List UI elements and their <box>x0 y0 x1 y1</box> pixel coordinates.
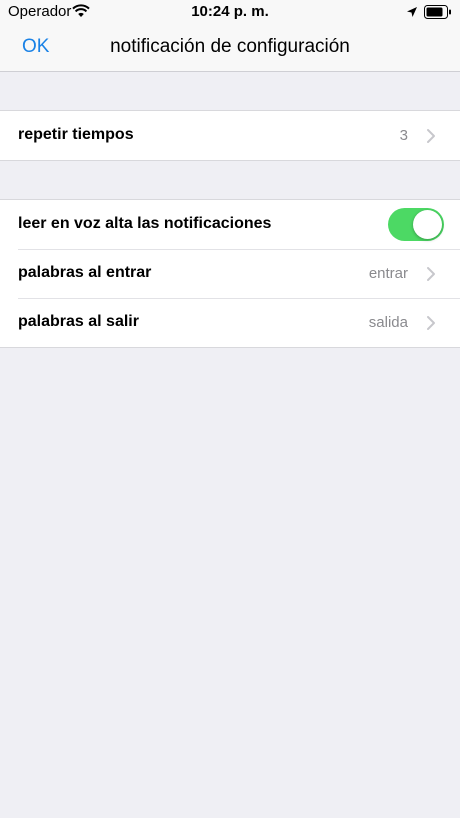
status-time: 10:24 p. m. <box>191 3 269 20</box>
settings-group-speech: leer en voz alta las notificaciones pala… <box>0 199 460 348</box>
settings-group-repeat: repetir tiempos 3 <box>0 110 460 161</box>
chevron-right-icon <box>427 129 435 143</box>
chevron-right-icon <box>427 316 435 330</box>
row-read-aloud: leer en voz alta las notificaciones <box>0 200 460 249</box>
row-words-exit[interactable]: palabras al salir salida <box>0 298 460 347</box>
location-arrow-icon <box>406 5 418 23</box>
status-bar: Operador 10:24 p. m. <box>0 0 460 24</box>
row-label: repetir tiempos <box>18 126 134 143</box>
row-value: entrar <box>368 265 408 282</box>
row-label: palabras al entrar <box>18 264 152 281</box>
row-words-enter[interactable]: palabras al entrar entrar <box>0 249 460 298</box>
row-repeat-times[interactable]: repetir tiempos 3 <box>0 111 460 160</box>
chevron-right-icon <box>427 267 435 281</box>
read-aloud-toggle[interactable] <box>388 208 444 241</box>
navigation-bar: OK notificación de configuración <box>0 24 460 72</box>
row-value: salida <box>368 314 408 331</box>
battery-icon <box>424 5 452 24</box>
row-value: 3 <box>399 127 408 144</box>
row-label: leer en voz alta las notificaciones <box>18 215 272 232</box>
page-title: notificación de configuración <box>110 36 350 57</box>
toggle-knob <box>413 210 442 239</box>
row-label: palabras al salir <box>18 313 139 330</box>
